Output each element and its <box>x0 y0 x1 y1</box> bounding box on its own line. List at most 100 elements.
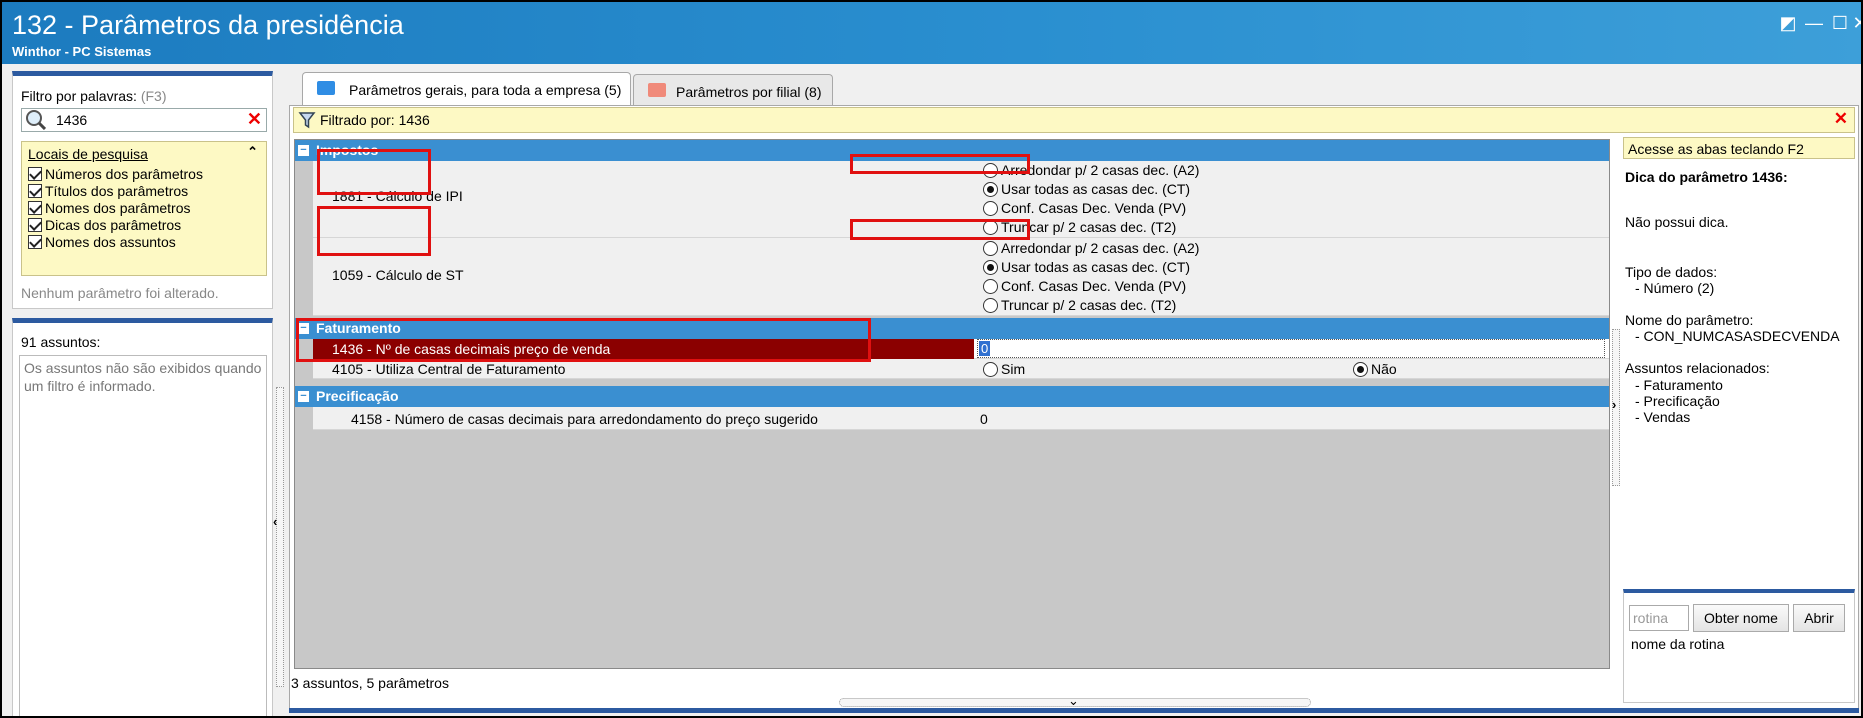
dica-text: Não possui dica. <box>1625 214 1729 230</box>
search-location-label: Dicas dos parâmetros <box>45 217 182 233</box>
radio-option[interactable]: Truncar p/ 2 casas dec. (T2) <box>983 296 1176 314</box>
checkbox-checked-icon[interactable] <box>28 184 42 198</box>
assunto-item: - Vendas <box>1635 409 1691 425</box>
search-value: 1436 <box>56 112 88 128</box>
nome-label: Nome do parâmetro: <box>1625 312 1754 328</box>
collapse-right-icon[interactable]: › <box>1612 397 1616 412</box>
tab-parametros-filial[interactable]: Parâmetros por filial (8) <box>633 74 833 105</box>
radio-icon[interactable] <box>983 278 998 294</box>
checkbox-checked-icon[interactable] <box>28 167 42 181</box>
filter-bar: Filtrado por: 1436 ✕ <box>293 107 1855 133</box>
tab-label: Parâmetros por filial (8) <box>676 84 822 100</box>
maximize-icon[interactable]: ☐ <box>1829 12 1851 34</box>
collapse-left-icon[interactable]: ‹ <box>273 514 277 529</box>
app-window: 132 - Parâmetros da presidência Winthor … <box>0 0 1863 718</box>
radio-selected-icon[interactable] <box>1353 361 1368 377</box>
clear-filter-icon[interactable]: ✕ <box>1834 109 1848 129</box>
param-row-4158[interactable]: 4158 - Número de casas decimais para arr… <box>313 407 1609 430</box>
param-value-input[interactable]: 0 <box>977 339 1605 358</box>
search-location-item[interactable]: Números dos parâmetros <box>28 165 203 183</box>
collapse-group-icon[interactable]: − <box>298 391 309 402</box>
rotina-name: nome da rotina <box>1631 636 1725 652</box>
radio-label: Arredondar p/ 2 casas dec. (A2) <box>1001 240 1200 256</box>
annotation-box <box>317 206 431 256</box>
rotina-panel: rotina Obter nome Abrir nome da rotina <box>1623 589 1855 703</box>
search-location-label: Nomes dos assuntos <box>45 234 176 250</box>
annotation-box <box>317 149 431 195</box>
radio-selected-icon[interactable] <box>983 181 998 197</box>
search-location-item[interactable]: Títulos dos parâmetros <box>28 182 188 200</box>
radio-option[interactable]: Conf. Casas Dec. Venda (PV) <box>983 199 1186 217</box>
checkbox-checked-icon[interactable] <box>28 201 42 215</box>
annotation-box <box>296 318 871 362</box>
checkbox-checked-icon[interactable] <box>28 218 42 232</box>
radio-icon[interactable] <box>983 200 998 216</box>
param-row-4105[interactable]: 4105 - Utiliza Central de Faturamento Si… <box>313 359 1609 379</box>
group-header-precificacao[interactable]: − Precificação <box>295 386 1609 407</box>
radio-option-nao[interactable]: Não <box>1353 360 1397 378</box>
radio-option[interactable]: Usar todas as casas dec. (CT) <box>983 180 1190 198</box>
param-name: 1059 - Cálculo de ST <box>332 267 464 283</box>
left-splitter[interactable] <box>276 387 284 687</box>
filter-panel: Filtro por palavras: (F3) 1436 ✕ Locais … <box>12 71 273 309</box>
checkbox-checked-icon[interactable] <box>28 235 42 249</box>
subjects-list[interactable]: Os assuntos não são exibidos quando um f… <box>19 355 267 716</box>
radio-label: Usar todas as casas dec. (CT) <box>1001 259 1191 275</box>
collapse-icon[interactable]: ⌃ <box>247 144 258 160</box>
radio-option[interactable]: Usar todas as casas dec. (CT) <box>983 258 1190 276</box>
filter-label-text: Filtro por palavras: <box>21 88 137 104</box>
window-subtitle: Winthor - PC Sistemas <box>12 44 152 59</box>
close-icon[interactable]: ✕ <box>1849 12 1861 34</box>
radio-icon[interactable] <box>983 297 998 313</box>
radio-selected-icon[interactable] <box>983 259 998 275</box>
subjects-panel: 91 assuntos: Os assuntos não são exibido… <box>12 318 273 716</box>
param-name: 4158 - Número de casas decimais para arr… <box>351 411 818 427</box>
search-locations-panel: Locais de pesquisa ⌃ Números dos parâmet… <box>21 141 267 276</box>
radio-icon[interactable] <box>983 240 998 256</box>
search-icon <box>26 110 46 130</box>
parameters-grid: − Impostos 1881 - Cálculo de IPI Arredon… <box>294 139 1610 669</box>
param-row-1059[interactable]: 1059 - Cálculo de ST Arredondar p/ 2 cas… <box>313 238 1609 316</box>
window-title: 132 - Parâmetros da presidência <box>12 10 404 40</box>
annotation-box <box>850 154 1030 174</box>
folder-red-icon <box>648 83 666 97</box>
search-location-item[interactable]: Nomes dos assuntos <box>28 233 176 251</box>
restore-icon[interactable]: ◩ <box>1777 12 1799 34</box>
bottom-splitter[interactable]: ⌄ <box>839 693 1311 708</box>
minimize-icon[interactable]: — <box>1803 12 1825 34</box>
annotation-box <box>850 219 1030 240</box>
assunto-item: - Faturamento <box>1635 377 1723 393</box>
radio-label: Conf. Casas Dec. Venda (PV) <box>1001 278 1187 294</box>
radio-option[interactable]: Arredondar p/ 2 casas dec. (A2) <box>983 239 1199 257</box>
radio-label: Conf. Casas Dec. Venda (PV) <box>1001 200 1187 216</box>
param-value[interactable]: 0 <box>980 411 988 427</box>
radio-label: Arredondar p/ 2 casas dec. (A2) <box>1001 162 1200 178</box>
radio-icon[interactable] <box>983 361 998 377</box>
rotina-input[interactable]: rotina <box>1629 605 1689 631</box>
tipo-label: Tipo de dados: <box>1625 264 1718 280</box>
filter-label: Filtro por palavras: (F3) <box>21 88 167 104</box>
param-name: 4105 - Utiliza Central de Faturamento <box>332 361 566 377</box>
clear-search-icon[interactable]: ✕ <box>247 109 262 130</box>
bottom-divider <box>289 708 1859 713</box>
radio-label: Truncar p/ 2 casas dec. (T2) <box>1001 297 1177 313</box>
radio-option-sim[interactable]: Sim <box>983 360 1025 378</box>
radio-option[interactable]: Conf. Casas Dec. Venda (PV) <box>983 277 1186 295</box>
search-locations-title-text: Locais de pesquisa <box>28 146 148 162</box>
dica-title: Dica do parâmetro 1436: <box>1625 169 1788 185</box>
radio-label: Sim <box>1001 361 1026 377</box>
chevron-down-icon[interactable]: ⌄ <box>1068 693 1079 709</box>
abrir-button[interactable]: Abrir <box>1793 604 1845 632</box>
collapse-group-icon[interactable]: − <box>298 145 309 156</box>
obter-nome-button[interactable]: Obter nome <box>1693 604 1789 632</box>
search-input[interactable]: 1436 ✕ <box>21 108 267 132</box>
search-location-item[interactable]: Nomes dos parâmetros <box>28 199 191 217</box>
filter-shortcut: (F3) <box>140 88 167 104</box>
assuntos-label: Assuntos relacionados: <box>1625 360 1770 376</box>
param-value: 0 <box>979 341 991 356</box>
search-locations-title: Locais de pesquisa <box>28 146 148 162</box>
search-location-item[interactable]: Dicas dos parâmetros <box>28 216 181 234</box>
tab-label: Parâmetros gerais, para toda a empresa (… <box>349 82 622 98</box>
tab-parametros-gerais[interactable]: Parâmetros gerais, para toda a empresa (… <box>302 72 631 106</box>
tipo-value: - Número (2) <box>1635 280 1715 296</box>
